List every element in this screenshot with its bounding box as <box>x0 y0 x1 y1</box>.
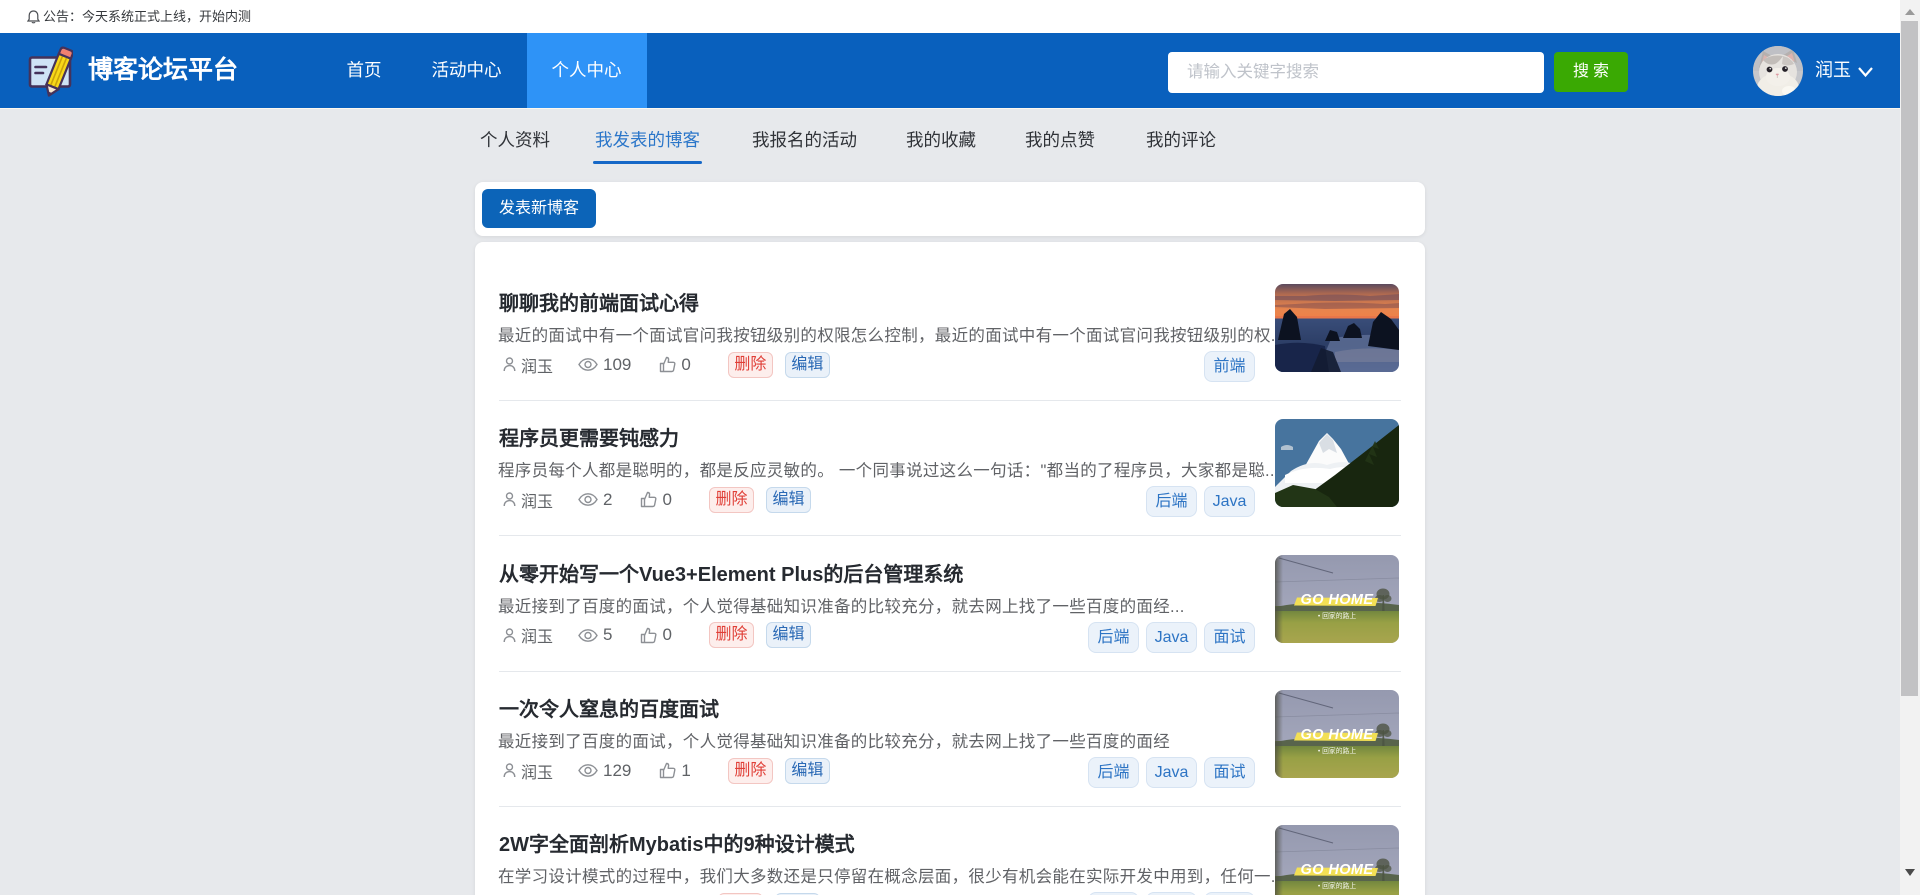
svg-text:GO HOME: GO HOME <box>1301 862 1375 878</box>
svg-text:GO HOME: GO HOME <box>1301 592 1375 608</box>
svg-text:• 回家的路上: • 回家的路上 <box>1318 611 1356 620</box>
svg-text:• 回家的路上: • 回家的路上 <box>1318 746 1356 755</box>
svg-text:GO HOME: GO HOME <box>1301 727 1375 743</box>
svg-text:• 回家的路上: • 回家的路上 <box>1318 881 1356 890</box>
